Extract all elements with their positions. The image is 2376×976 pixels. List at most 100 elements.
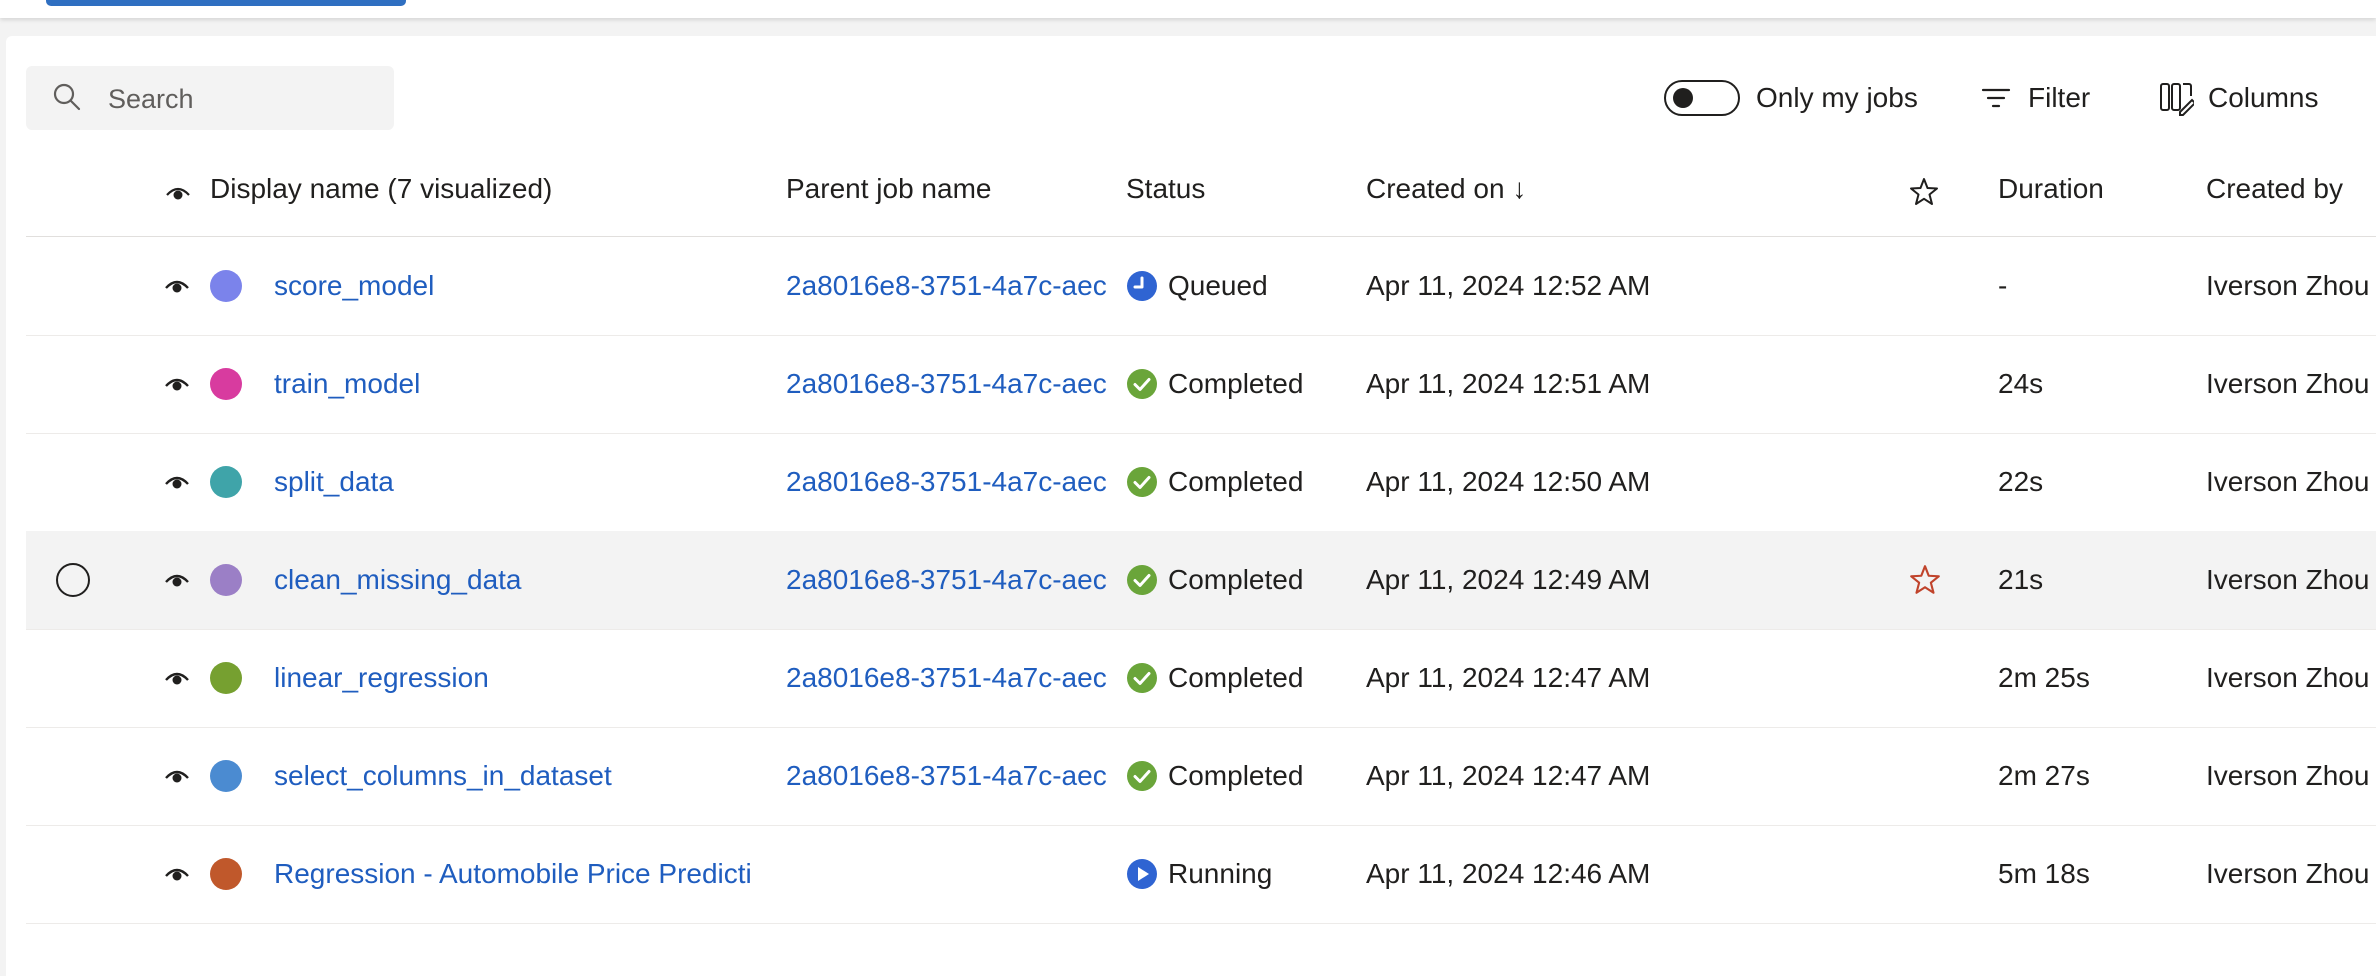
check-circle-icon <box>1126 662 1168 694</box>
columns-label: Columns <box>2208 82 2319 113</box>
table-row[interactable]: select_columns_in_dataset 2a8016e8-3751-… <box>26 727 2376 826</box>
status-cell: Completed <box>1126 531 1303 629</box>
header-display-name[interactable]: Display name (7 visualized) <box>210 173 552 205</box>
visibility-toggle[interactable] <box>164 629 190 727</box>
created-by-text: Iverson Zhou <box>2206 466 2370 497</box>
parent-job-link[interactable]: 2a8016e8-3751-4a7c-aec <box>786 335 1107 433</box>
status-text: Completed <box>1168 564 1304 595</box>
header-created-on[interactable]: Created on ↓ <box>1366 173 1526 205</box>
filter-icon <box>1981 88 2011 108</box>
duration-text: 2m 27s <box>1998 760 2090 791</box>
eye-icon[interactable] <box>164 767 190 785</box>
visibility-toggle[interactable] <box>164 237 190 335</box>
table-row[interactable]: Regression - Automobile Price Predicti R… <box>26 825 2376 924</box>
top-command-bar <box>0 0 2376 18</box>
duration-text: 2m 25s <box>1998 662 2090 693</box>
visibility-all-icon[interactable] <box>165 184 191 202</box>
eye-icon[interactable] <box>164 473 190 491</box>
parent-job-link[interactable]: 2a8016e8-3751-4a7c-aec <box>786 237 1107 335</box>
created-on-text: Apr 11, 2024 12:46 AM <box>1366 858 1651 889</box>
series-color-dot <box>210 237 242 335</box>
row-select-radio[interactable] <box>56 563 90 597</box>
job-display-name-link[interactable]: linear_regression <box>274 629 489 727</box>
table-row[interactable]: score_model 2a8016e8-3751-4a7c-aec Queue… <box>26 237 2376 336</box>
duration-text: - <box>1998 270 2008 301</box>
status-cell: Completed <box>1126 727 1303 825</box>
status-text: Completed <box>1168 466 1304 497</box>
job-display-name-link[interactable]: clean_missing_data <box>274 531 522 629</box>
search-icon <box>53 83 81 111</box>
header-status[interactable]: Status <box>1126 173 1205 205</box>
visibility-toggle[interactable] <box>164 531 190 629</box>
play-circle-icon <box>1126 858 1168 890</box>
check-circle-icon <box>1126 466 1168 498</box>
status-text: Queued <box>1168 270 1268 301</box>
table-row[interactable]: linear_regression 2a8016e8-3751-4a7c-aec… <box>26 629 2376 728</box>
job-display-name-link[interactable]: select_columns_in_dataset <box>274 727 612 825</box>
visibility-toggle[interactable] <box>164 727 190 825</box>
header-parent-job[interactable]: Parent job name <box>786 173 991 205</box>
eye-icon[interactable] <box>164 277 190 295</box>
check-circle-icon <box>1126 564 1168 596</box>
header-duration[interactable]: Duration <box>1998 173 2104 205</box>
status-text: Completed <box>1168 662 1304 693</box>
status-cell: Completed <box>1126 335 1303 433</box>
series-color-dot <box>210 335 242 433</box>
clock-icon <box>1126 270 1168 302</box>
created-on-text: Apr 11, 2024 12:50 AM <box>1366 466 1651 497</box>
created-by-text: Iverson Zhou <box>2206 270 2370 301</box>
row-select-cell[interactable] <box>56 531 90 629</box>
visibility-toggle[interactable] <box>164 433 190 531</box>
series-color-dot <box>210 531 242 629</box>
status-cell: Queued <box>1126 237 1268 335</box>
table-row[interactable]: split_data 2a8016e8-3751-4a7c-aec Comple… <box>26 433 2376 532</box>
job-display-name-link[interactable]: Regression - Automobile Price Predicti <box>274 825 752 923</box>
filter-button[interactable]: Filter <box>1980 76 2090 120</box>
check-circle-icon <box>1126 760 1168 792</box>
created-on-text: Apr 11, 2024 12:52 AM <box>1366 270 1651 301</box>
created-by-text: Iverson Zhou <box>2206 662 2370 693</box>
parent-job-link[interactable]: 2a8016e8-3751-4a7c-aec <box>786 433 1107 531</box>
header-created-by[interactable]: Created by <box>2206 173 2343 205</box>
series-color-dot <box>210 629 242 727</box>
series-color-dot <box>210 825 242 923</box>
status-text: Completed <box>1168 368 1304 399</box>
check-circle-icon <box>1126 368 1168 400</box>
columns-button[interactable]: Columns <box>2158 76 2318 120</box>
parent-job-link[interactable]: 2a8016e8-3751-4a7c-aec <box>786 531 1107 629</box>
duration-text: 22s <box>1998 466 2044 497</box>
parent-job-link[interactable]: 2a8016e8-3751-4a7c-aec <box>786 727 1107 825</box>
columns-icon <box>2160 83 2194 116</box>
favorite-star-icon[interactable] <box>1908 563 1942 597</box>
search-box[interactable]: Search <box>26 66 394 130</box>
visibility-toggle[interactable] <box>164 825 190 923</box>
job-display-name-link[interactable]: score_model <box>274 237 434 335</box>
job-display-name-link[interactable]: train_model <box>274 335 420 433</box>
eye-icon[interactable] <box>164 865 190 883</box>
created-by-text: Iverson Zhou <box>2206 368 2370 399</box>
favorite-star-header-icon <box>1910 178 1938 205</box>
search-input[interactable]: Search <box>108 84 194 115</box>
eye-icon[interactable] <box>164 669 190 687</box>
only-my-jobs-toggle[interactable]: Only my jobs <box>1664 76 1918 120</box>
toggle-switch[interactable] <box>1664 80 1740 116</box>
job-display-name-link[interactable]: split_data <box>274 433 394 531</box>
only-my-jobs-label: Only my jobs <box>1756 82 1918 113</box>
parent-job-link[interactable]: 2a8016e8-3751-4a7c-aec <box>786 629 1107 727</box>
created-on-text: Apr 11, 2024 12:51 AM <box>1366 368 1651 399</box>
table-row[interactable]: clean_missing_data 2a8016e8-3751-4a7c-ae… <box>26 531 2376 630</box>
status-text: Completed <box>1168 760 1304 791</box>
created-by-text: Iverson Zhou <box>2206 564 2370 595</box>
primary-action-button[interactable] <box>46 0 406 6</box>
duration-text: 5m 18s <box>1998 858 2090 889</box>
table-row[interactable]: train_model 2a8016e8-3751-4a7c-aec Compl… <box>26 335 2376 434</box>
eye-icon[interactable] <box>164 375 190 393</box>
eye-icon[interactable] <box>164 571 190 589</box>
visibility-toggle[interactable] <box>164 335 190 433</box>
duration-text: 21s <box>1998 564 2044 595</box>
created-by-text: Iverson Zhou <box>2206 858 2370 889</box>
created-on-text: Apr 11, 2024 12:49 AM <box>1366 564 1651 595</box>
series-color-dot <box>210 433 242 531</box>
created-on-text: Apr 11, 2024 12:47 AM <box>1366 662 1651 693</box>
favorite-cell[interactable] <box>1908 531 1942 629</box>
